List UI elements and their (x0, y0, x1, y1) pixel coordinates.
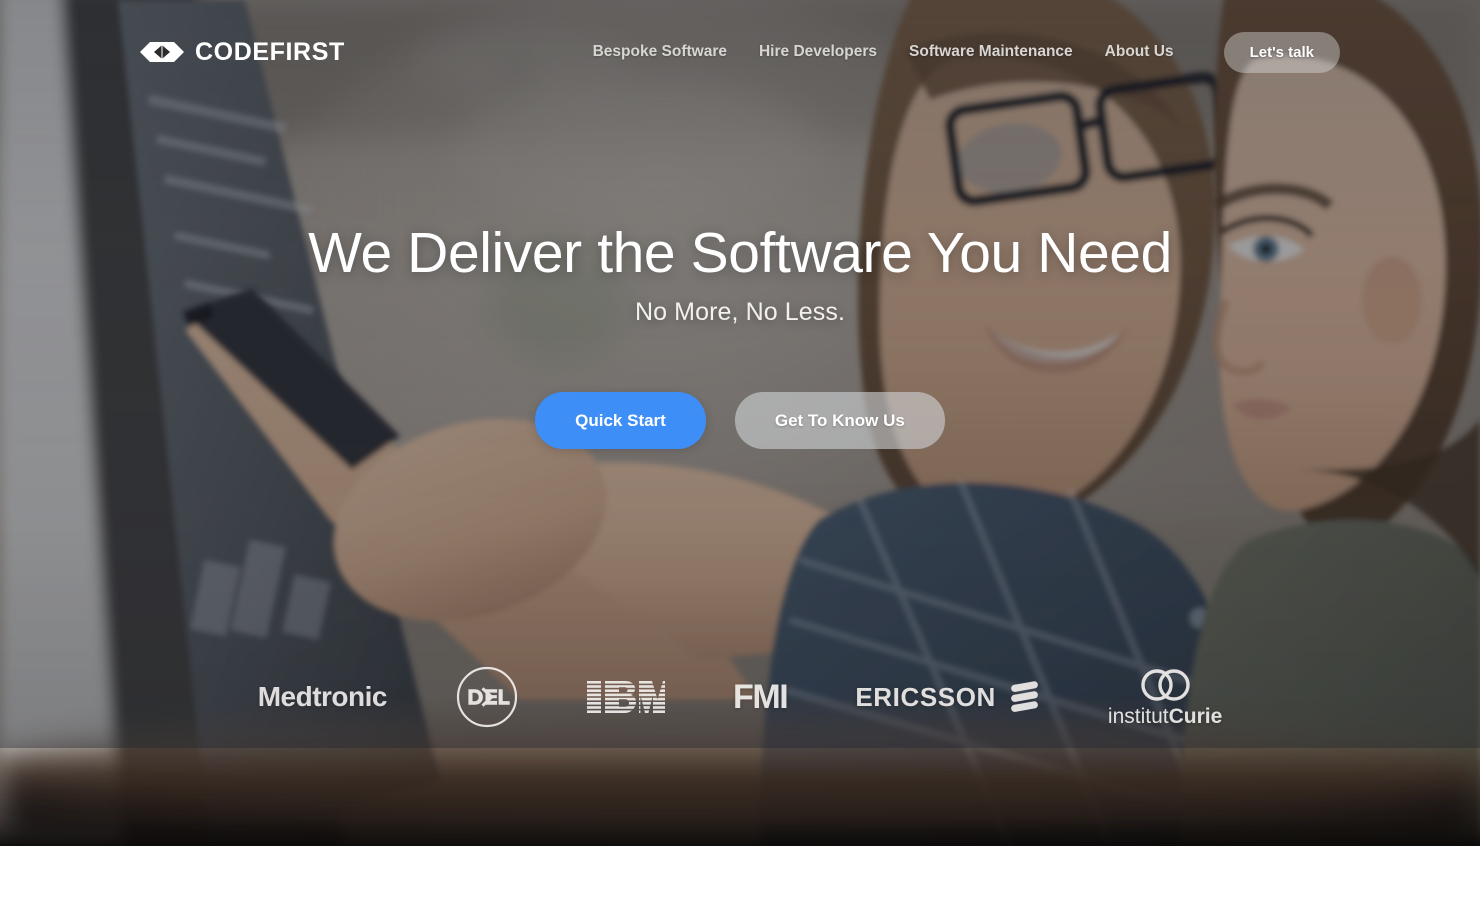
curie-word-bold: Curie (1168, 704, 1223, 728)
code-brackets-hexagon-logo-icon (140, 42, 184, 62)
quick-start-button[interactable]: Quick Start (535, 391, 706, 449)
institut-curie-wordmark: institutCurie (1108, 706, 1222, 727)
client-logo-institut-curie[interactable]: institutCurie (1108, 668, 1222, 727)
curie-word-thin: institut (1107, 704, 1169, 728)
nav-item-about-us[interactable]: About Us (1089, 44, 1190, 60)
ericsson-wordmark-icon: ERICSSON (855, 682, 996, 712)
nav-item-bespoke-software[interactable]: Bespoke Software (577, 44, 743, 60)
brand-logo-link[interactable]: CODEFIRST (140, 39, 345, 65)
brand-name: CODEFIRST (195, 37, 345, 66)
get-to-know-us-button[interactable]: Get To Know Us (734, 391, 945, 449)
client-logo-fmi[interactable]: FMI (732, 678, 789, 716)
hero-subheadline: No More, No Less. (634, 297, 846, 326)
client-logo-dell[interactable] (455, 665, 519, 729)
client-logo-medtronic[interactable]: Medtronic (257, 681, 388, 712)
dell-circle-logo-icon (456, 666, 518, 728)
client-logo-strip: Medtronic FMI ERICSSON institutCurie (0, 652, 1480, 742)
nav-item-software-maintenance[interactable]: Software Maintenance (893, 44, 1089, 60)
hero-section: We Deliver the Software You Need No More… (0, 0, 1480, 748)
ibm-striped-logo-icon (586, 681, 665, 713)
lets-talk-button[interactable]: Let's talk (1223, 31, 1340, 73)
ericsson-three-bars-logo-icon (1011, 681, 1038, 712)
site-header: CODEFIRST Bespoke Software Hire Develope… (0, 0, 1480, 104)
medtronic-wordmark-icon: Medtronic (257, 681, 388, 712)
below-fold-section (0, 846, 1480, 900)
nav-item-hire-developers[interactable]: Hire Developers (743, 44, 893, 60)
landing-page: CODEFIRST Bespoke Software Hire Develope… (0, 0, 1480, 900)
client-logo-ericsson[interactable]: ERICSSON (855, 681, 1040, 713)
institut-curie-rings-logo-icon (1141, 668, 1190, 701)
client-logo-ibm[interactable] (586, 681, 665, 713)
fmi-wordmark-icon: FMI (732, 678, 789, 716)
main-navigation: Bespoke Software Hire Developers Softwar… (577, 31, 1340, 73)
hero-cta-group: Quick Start Get To Know Us (535, 391, 945, 449)
hero-headline: We Deliver the Software You Need (308, 221, 1172, 285)
